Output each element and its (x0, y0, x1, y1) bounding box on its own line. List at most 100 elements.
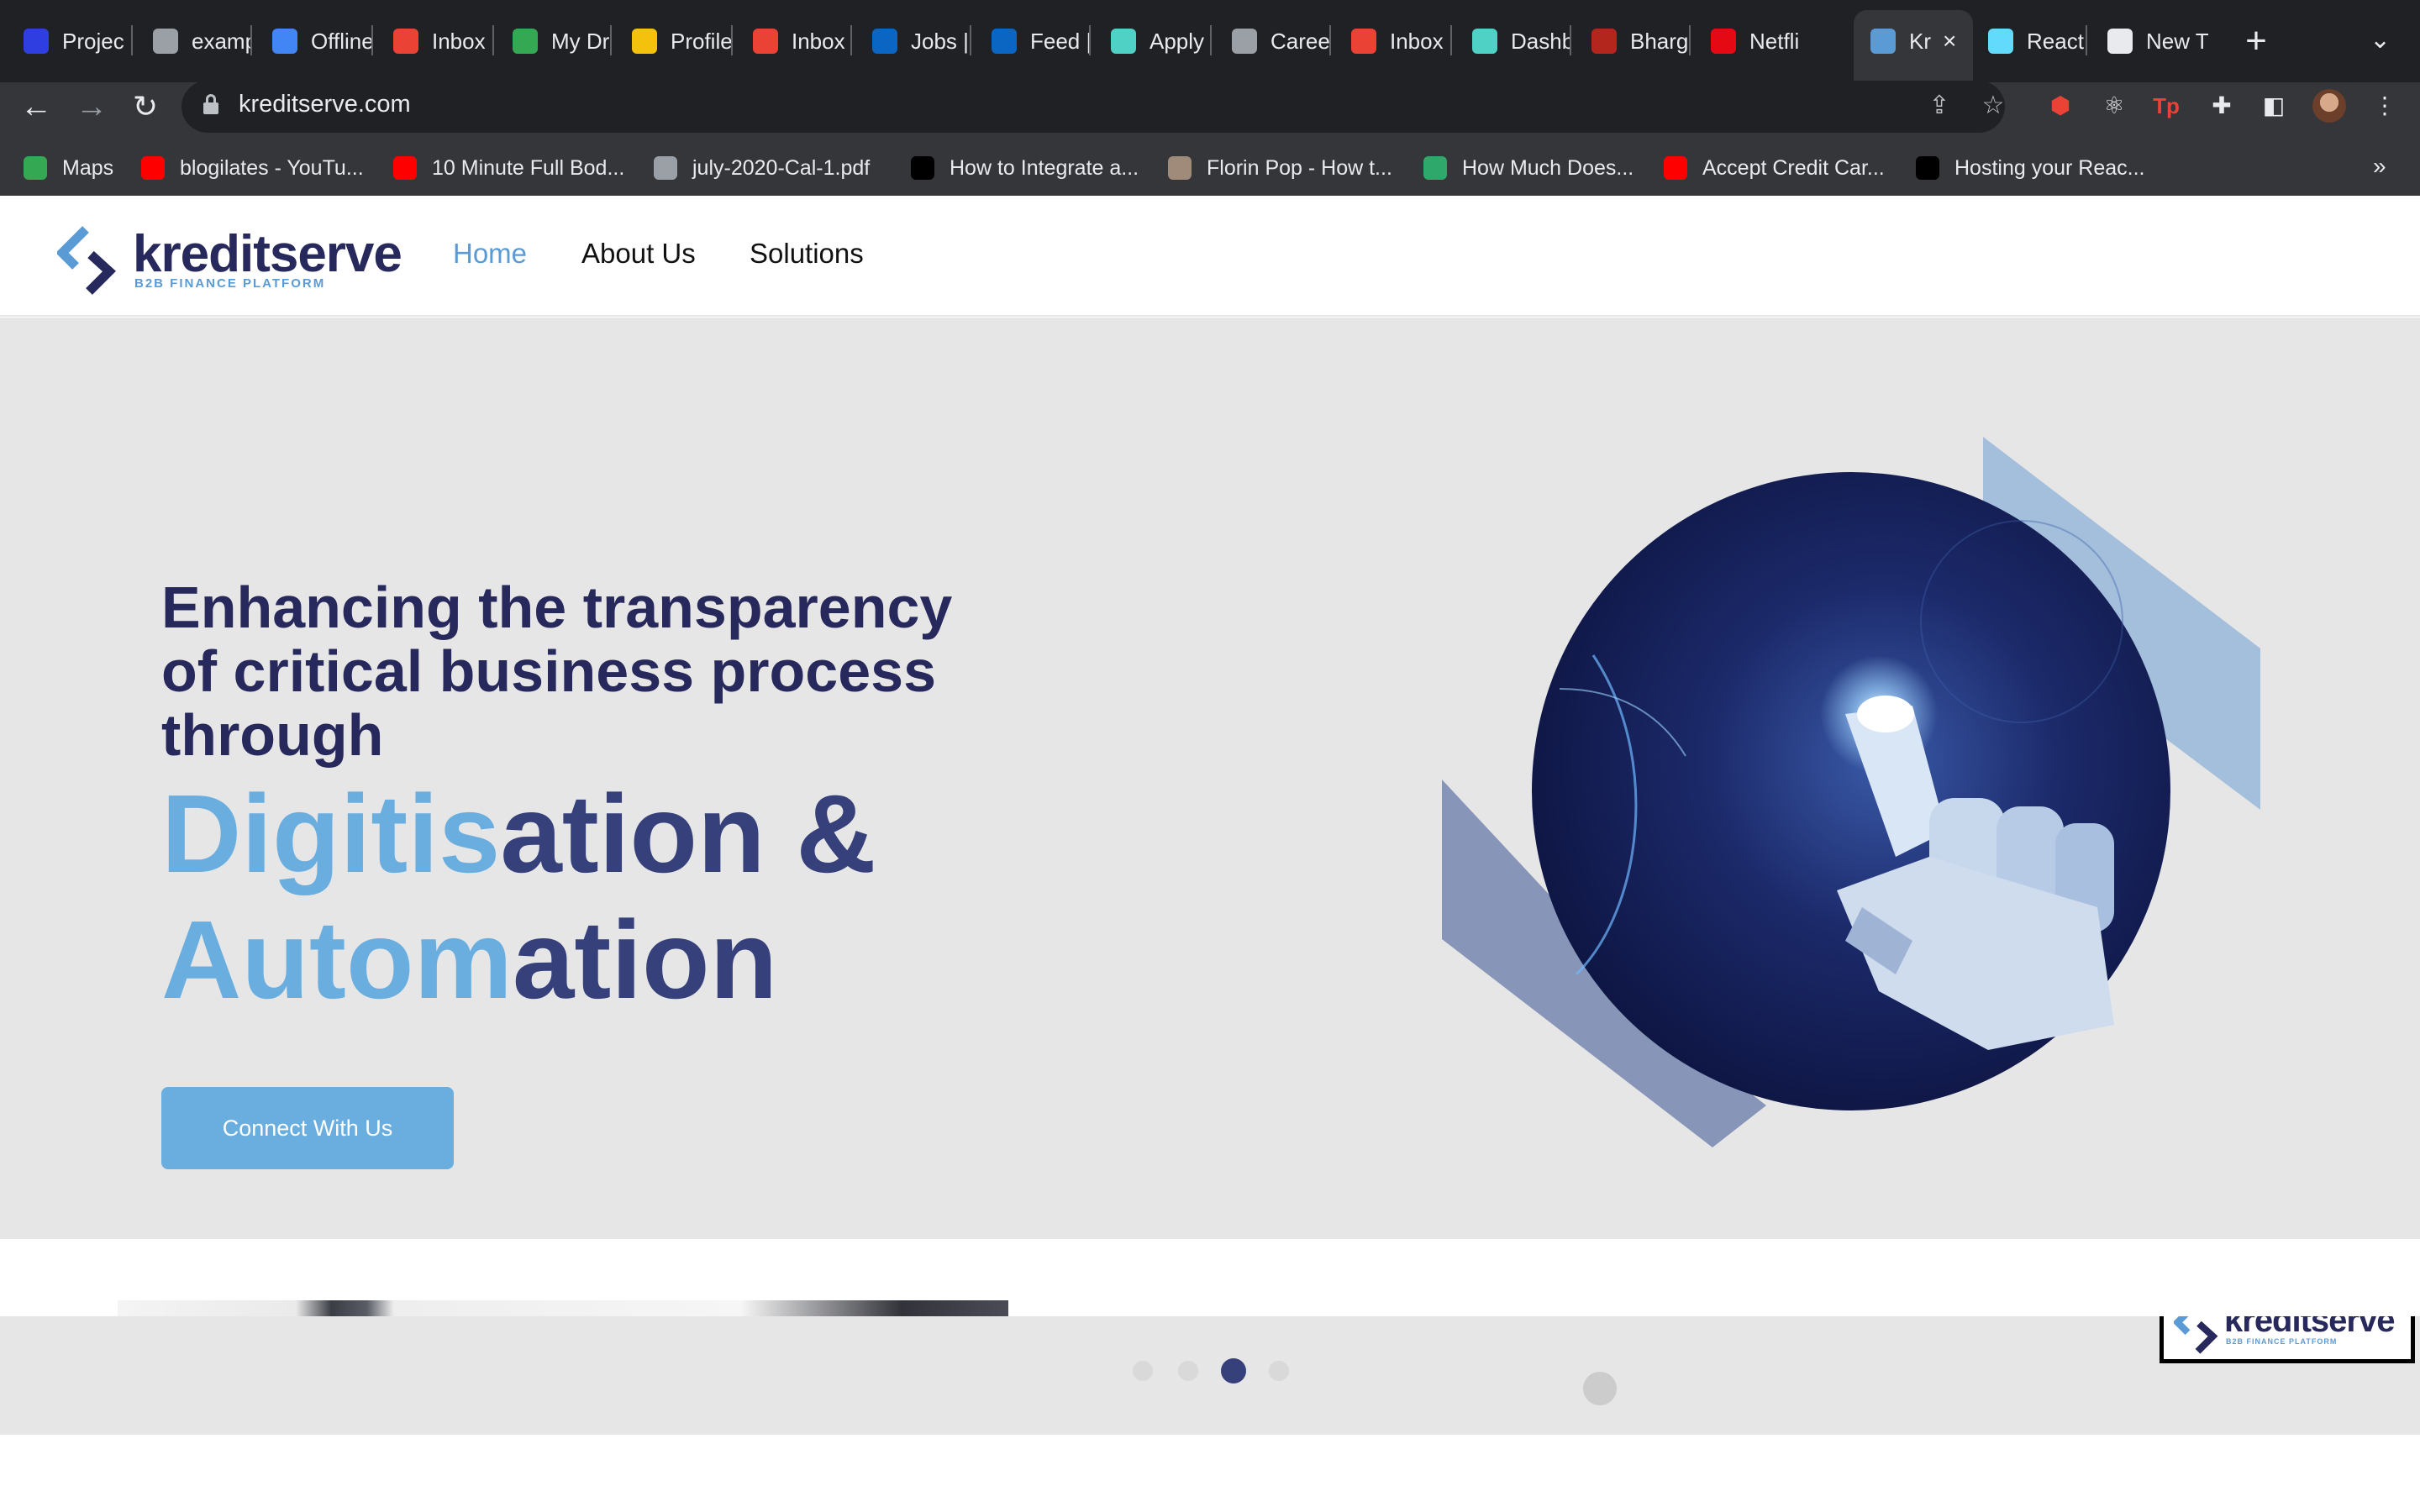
tab-4[interactable]: My Dr (496, 10, 612, 72)
tab-15[interactable]: Kr × (1854, 10, 1973, 82)
adblock-extension-icon[interactable]: ⬢ (2044, 89, 2077, 123)
nav-solutions[interactable]: Solutions (750, 238, 864, 270)
bookmark-item[interactable]: Hosting your Reac... (1916, 151, 2145, 185)
tab-label: Netfli (1749, 28, 1800, 54)
tp-extension-icon[interactable]: Tp (2149, 89, 2183, 123)
tab-separator (2086, 25, 2087, 55)
bookmark-label: How Much Does... (1462, 155, 1634, 180)
bookmark-item[interactable]: Accept Credit Car... (1664, 151, 1885, 185)
tab-12[interactable]: Dashb (1455, 10, 1571, 72)
drive-icon (513, 29, 538, 54)
badge-tagline: B2B FINANCE PLATFORM (2226, 1337, 2338, 1346)
address-bar[interactable] (182, 81, 2005, 133)
forward-button[interactable]: → (72, 87, 111, 126)
bookmark-label: blogilates - YouTu... (180, 155, 364, 180)
tab-separator (1570, 25, 1571, 55)
react-devtools-extension-icon[interactable]: ⚛ (2097, 89, 2131, 123)
u-icon (24, 29, 49, 54)
nav-home[interactable]: Home (453, 238, 527, 270)
tab-separator (731, 25, 733, 55)
site-logo[interactable]: kreditserve B2B FINANCE PLATFORM (55, 223, 410, 298)
tab-9[interactable]: Apply (1094, 10, 1212, 72)
hero-highlight-digitisation: Digitisation & (161, 771, 876, 897)
tab-label: Kr (1909, 28, 1931, 54)
tab-label: My Dr (551, 28, 610, 54)
bookmark-label: Maps (62, 155, 114, 180)
bookmark-item[interactable]: How to Integrate a... (911, 151, 1139, 185)
tab-14[interactable]: Netfli (1694, 10, 1808, 72)
avatar-icon (1168, 156, 1192, 180)
tab-label: Caree (1270, 28, 1330, 54)
tab-3[interactable]: Inbox (376, 10, 494, 72)
scroll-indicator-dot[interactable] (1583, 1372, 1617, 1405)
tab-10[interactable]: Caree (1215, 10, 1331, 72)
nav-about-us[interactable]: About Us (581, 238, 696, 270)
slider-dot-2[interactable] (1221, 1358, 1246, 1383)
linkedin-icon (992, 29, 1017, 54)
hero-heading-line-1: Enhancing the transparency (161, 575, 953, 640)
kreditserve-logo-icon (55, 226, 116, 295)
tab-separator (1329, 25, 1331, 55)
tab-label: Jobs | (911, 28, 969, 54)
tab-2[interactable]: Offline (255, 10, 373, 72)
url-text[interactable]: kreditserve.com (239, 91, 411, 118)
new-tab-button[interactable]: + (2237, 22, 2275, 60)
tab-0[interactable]: Projec (7, 10, 133, 72)
slider-dot-0[interactable] (1133, 1361, 1153, 1381)
tab-separator (1689, 25, 1691, 55)
tab-6[interactable]: Inbox (736, 10, 852, 72)
connect-with-us-button[interactable]: Connect With Us (161, 1087, 454, 1169)
side-panel-icon[interactable]: ◧ (2257, 89, 2291, 123)
lock-icon[interactable] (203, 94, 218, 114)
gmail-icon (753, 29, 778, 54)
tab-label: Offline (311, 28, 373, 54)
bookmark-item[interactable]: july-2020-Cal-1.pdf (654, 151, 870, 185)
tab-11[interactable]: Inbox (1334, 10, 1452, 72)
bookmark-item[interactable]: Maps (24, 151, 113, 185)
tab-7[interactable]: Jobs | (855, 10, 971, 72)
logo-wordmark: kreditserve (133, 225, 402, 283)
tab-5[interactable]: Profile (615, 10, 733, 72)
tab-separator (131, 25, 133, 55)
pen-icon (1591, 29, 1617, 54)
extensions-puzzle-icon[interactable]: ✚ (2205, 89, 2238, 123)
share-icon[interactable]: ⇪ (1923, 89, 1956, 123)
tab-separator (492, 25, 494, 55)
tab-label: Inbox (1390, 28, 1444, 54)
profile-avatar[interactable] (2312, 89, 2346, 123)
tab-label: Apply (1150, 28, 1205, 54)
tab-17[interactable]: New T (2091, 10, 2208, 72)
tab-8[interactable]: Feed | (975, 10, 1091, 72)
youtube-icon (1664, 156, 1687, 180)
tab-1[interactable]: examp (136, 10, 252, 72)
slider-dot-1[interactable] (1178, 1361, 1198, 1381)
bookmark-label: 10 Minute Full Bod... (432, 155, 625, 180)
wolf-icon (1472, 29, 1497, 54)
wolf-icon (1111, 29, 1136, 54)
browser-menu-icon[interactable]: ⋮ (2368, 89, 2402, 123)
site-header: kreditserve B2B FINANCE PLATFORM Home Ab… (0, 196, 2420, 317)
close-tab-icon[interactable]: × (1943, 28, 1956, 55)
hero-highlight-automation-dark: ation (512, 898, 778, 1021)
bookmark-item[interactable]: Florin Pop - How t... (1168, 151, 1392, 185)
tab-separator (250, 25, 252, 55)
bookmarks-overflow-icon[interactable]: » (2373, 153, 2386, 180)
tab-16[interactable]: React (1971, 10, 2087, 72)
bookmark-star-icon[interactable]: ☆ (1976, 89, 2010, 123)
bookmark-item[interactable]: How Much Does... (1423, 151, 1634, 185)
tab-label: Projec (62, 28, 124, 54)
slider-dot-3[interactable] (1269, 1361, 1289, 1381)
maps-icon (24, 156, 47, 180)
bookmark-label: Accept Credit Car... (1702, 155, 1885, 180)
tab-13[interactable]: Bharg (1575, 10, 1691, 72)
bookmark-item[interactable]: 10 Minute Full Bod... (393, 151, 624, 185)
tab-label: Dashb (1511, 28, 1571, 54)
reload-button[interactable]: ↻ (126, 87, 165, 126)
tab-strip: Projec examp Offline Inbox My Dr Profile Inbox… (0, 0, 2420, 82)
tab-label: examp (192, 28, 252, 54)
bookmark-item[interactable]: blogilates - YouTu... (141, 151, 364, 185)
tab-search-chevron-icon[interactable]: ⌄ (2370, 25, 2391, 55)
hero-heading-line-2: of critical business process (161, 638, 937, 704)
tab-label: Feed | (1030, 28, 1091, 54)
back-button[interactable]: ← (17, 87, 55, 126)
